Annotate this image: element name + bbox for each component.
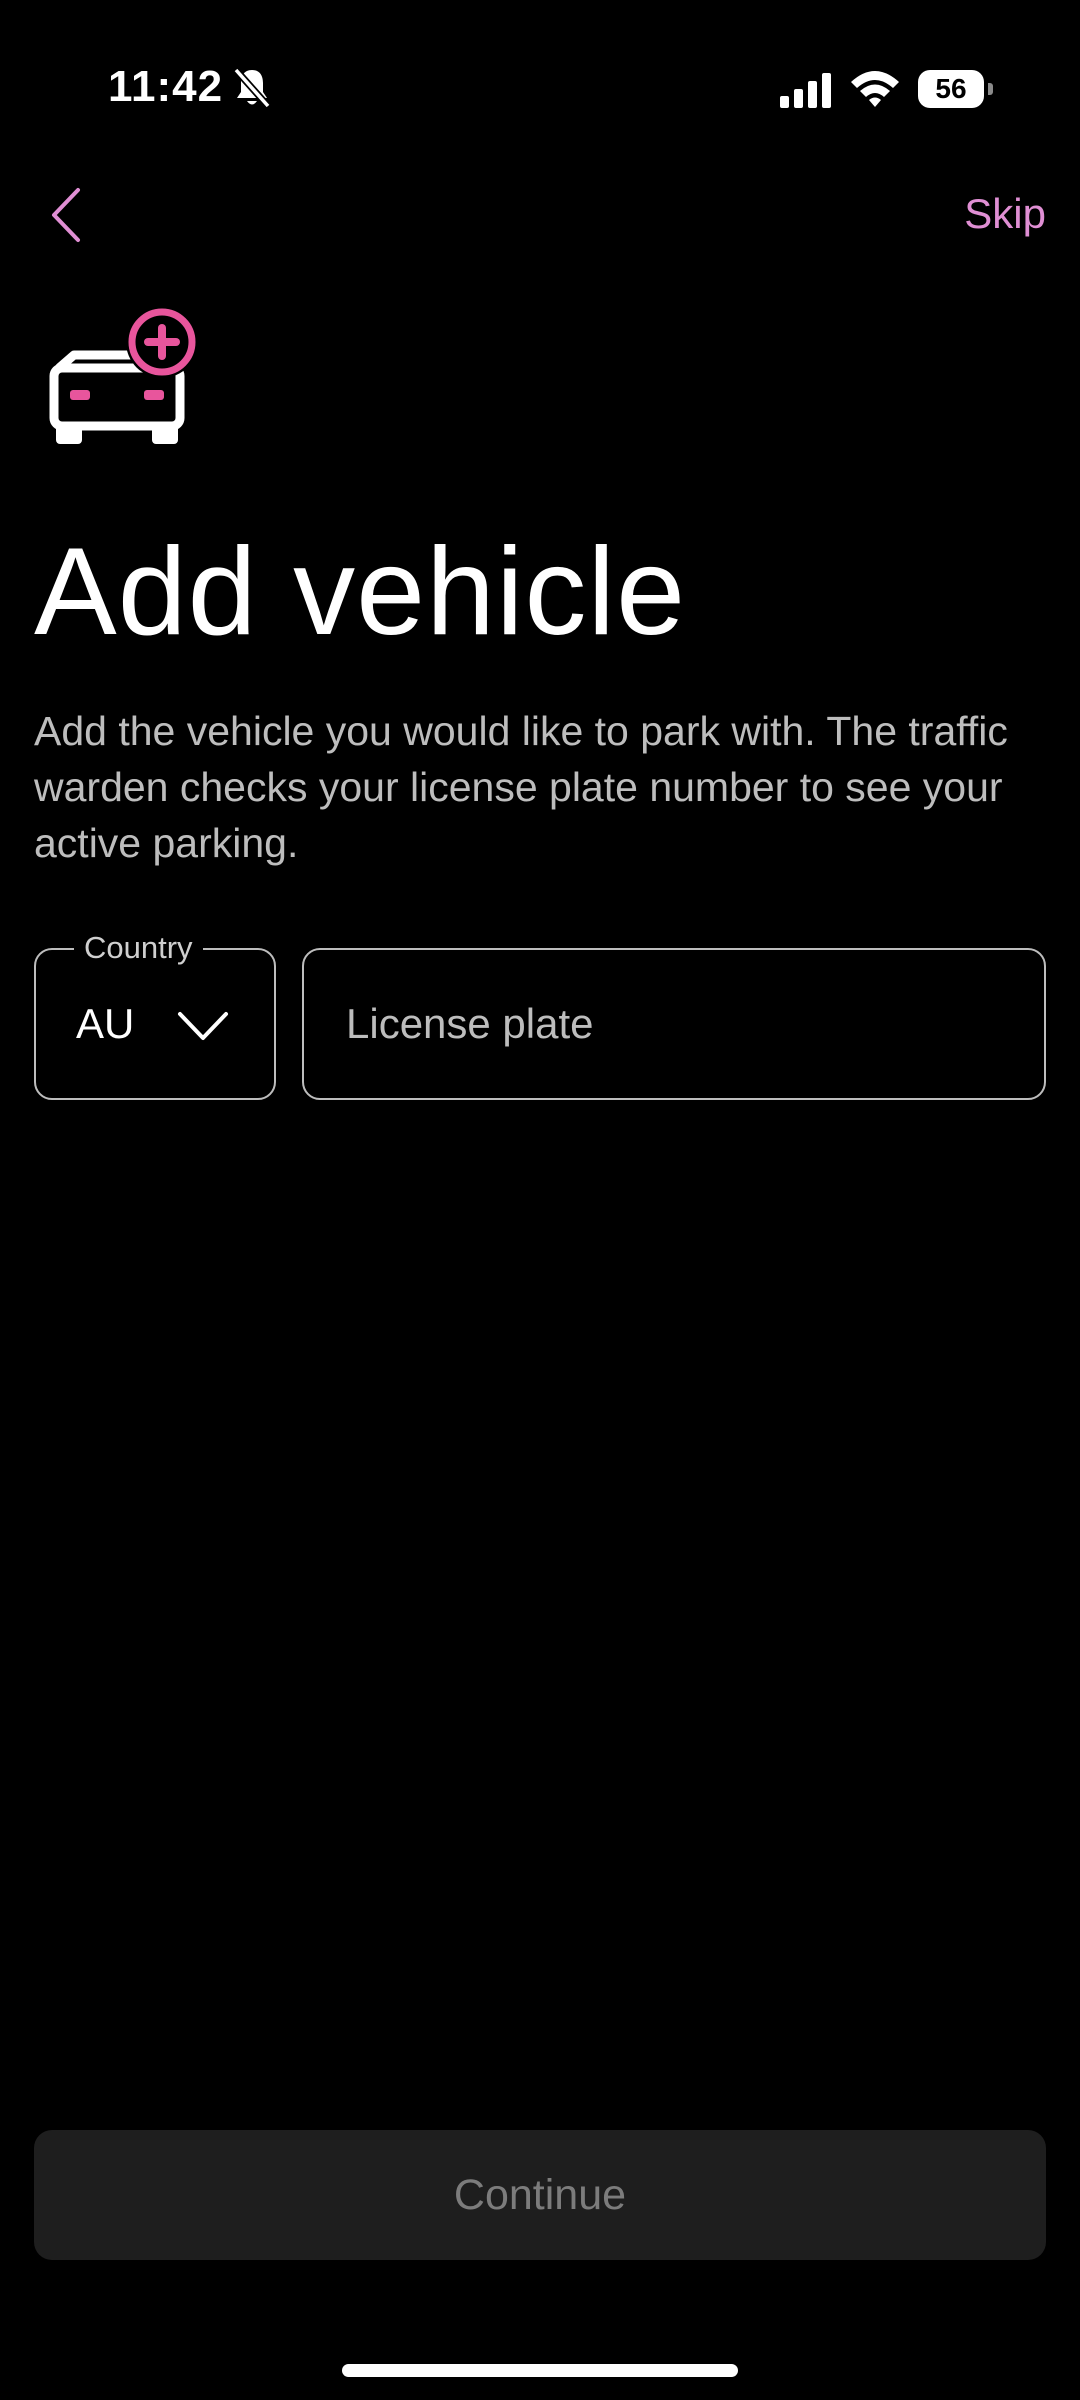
wifi-icon (851, 71, 899, 107)
continue-button[interactable]: Continue (34, 2130, 1046, 2260)
status-bar: 11:42 56 (0, 0, 1080, 170)
add-vehicle-icon (49, 306, 198, 444)
back-button[interactable] (40, 180, 92, 250)
license-plate-input[interactable] (302, 948, 1046, 1100)
country-select[interactable]: Country AU (34, 928, 276, 1100)
cellular-signal-icon (780, 73, 831, 108)
bell-muted-icon (233, 67, 271, 109)
skip-button[interactable]: Skip (964, 190, 1046, 238)
battery-cap (988, 83, 993, 95)
page-title: Add vehicle (34, 523, 687, 661)
country-value: AU (76, 1000, 135, 1047)
chevron-down-icon (178, 1012, 228, 1040)
country-label: Country (74, 928, 203, 968)
battery-indicator: 56 (918, 70, 994, 108)
page-description: Add the vehicle you would like to park w… (34, 708, 1008, 866)
home-indicator (342, 2364, 738, 2377)
battery-level: 56 (918, 70, 984, 108)
status-time: 11:42 (108, 62, 224, 111)
